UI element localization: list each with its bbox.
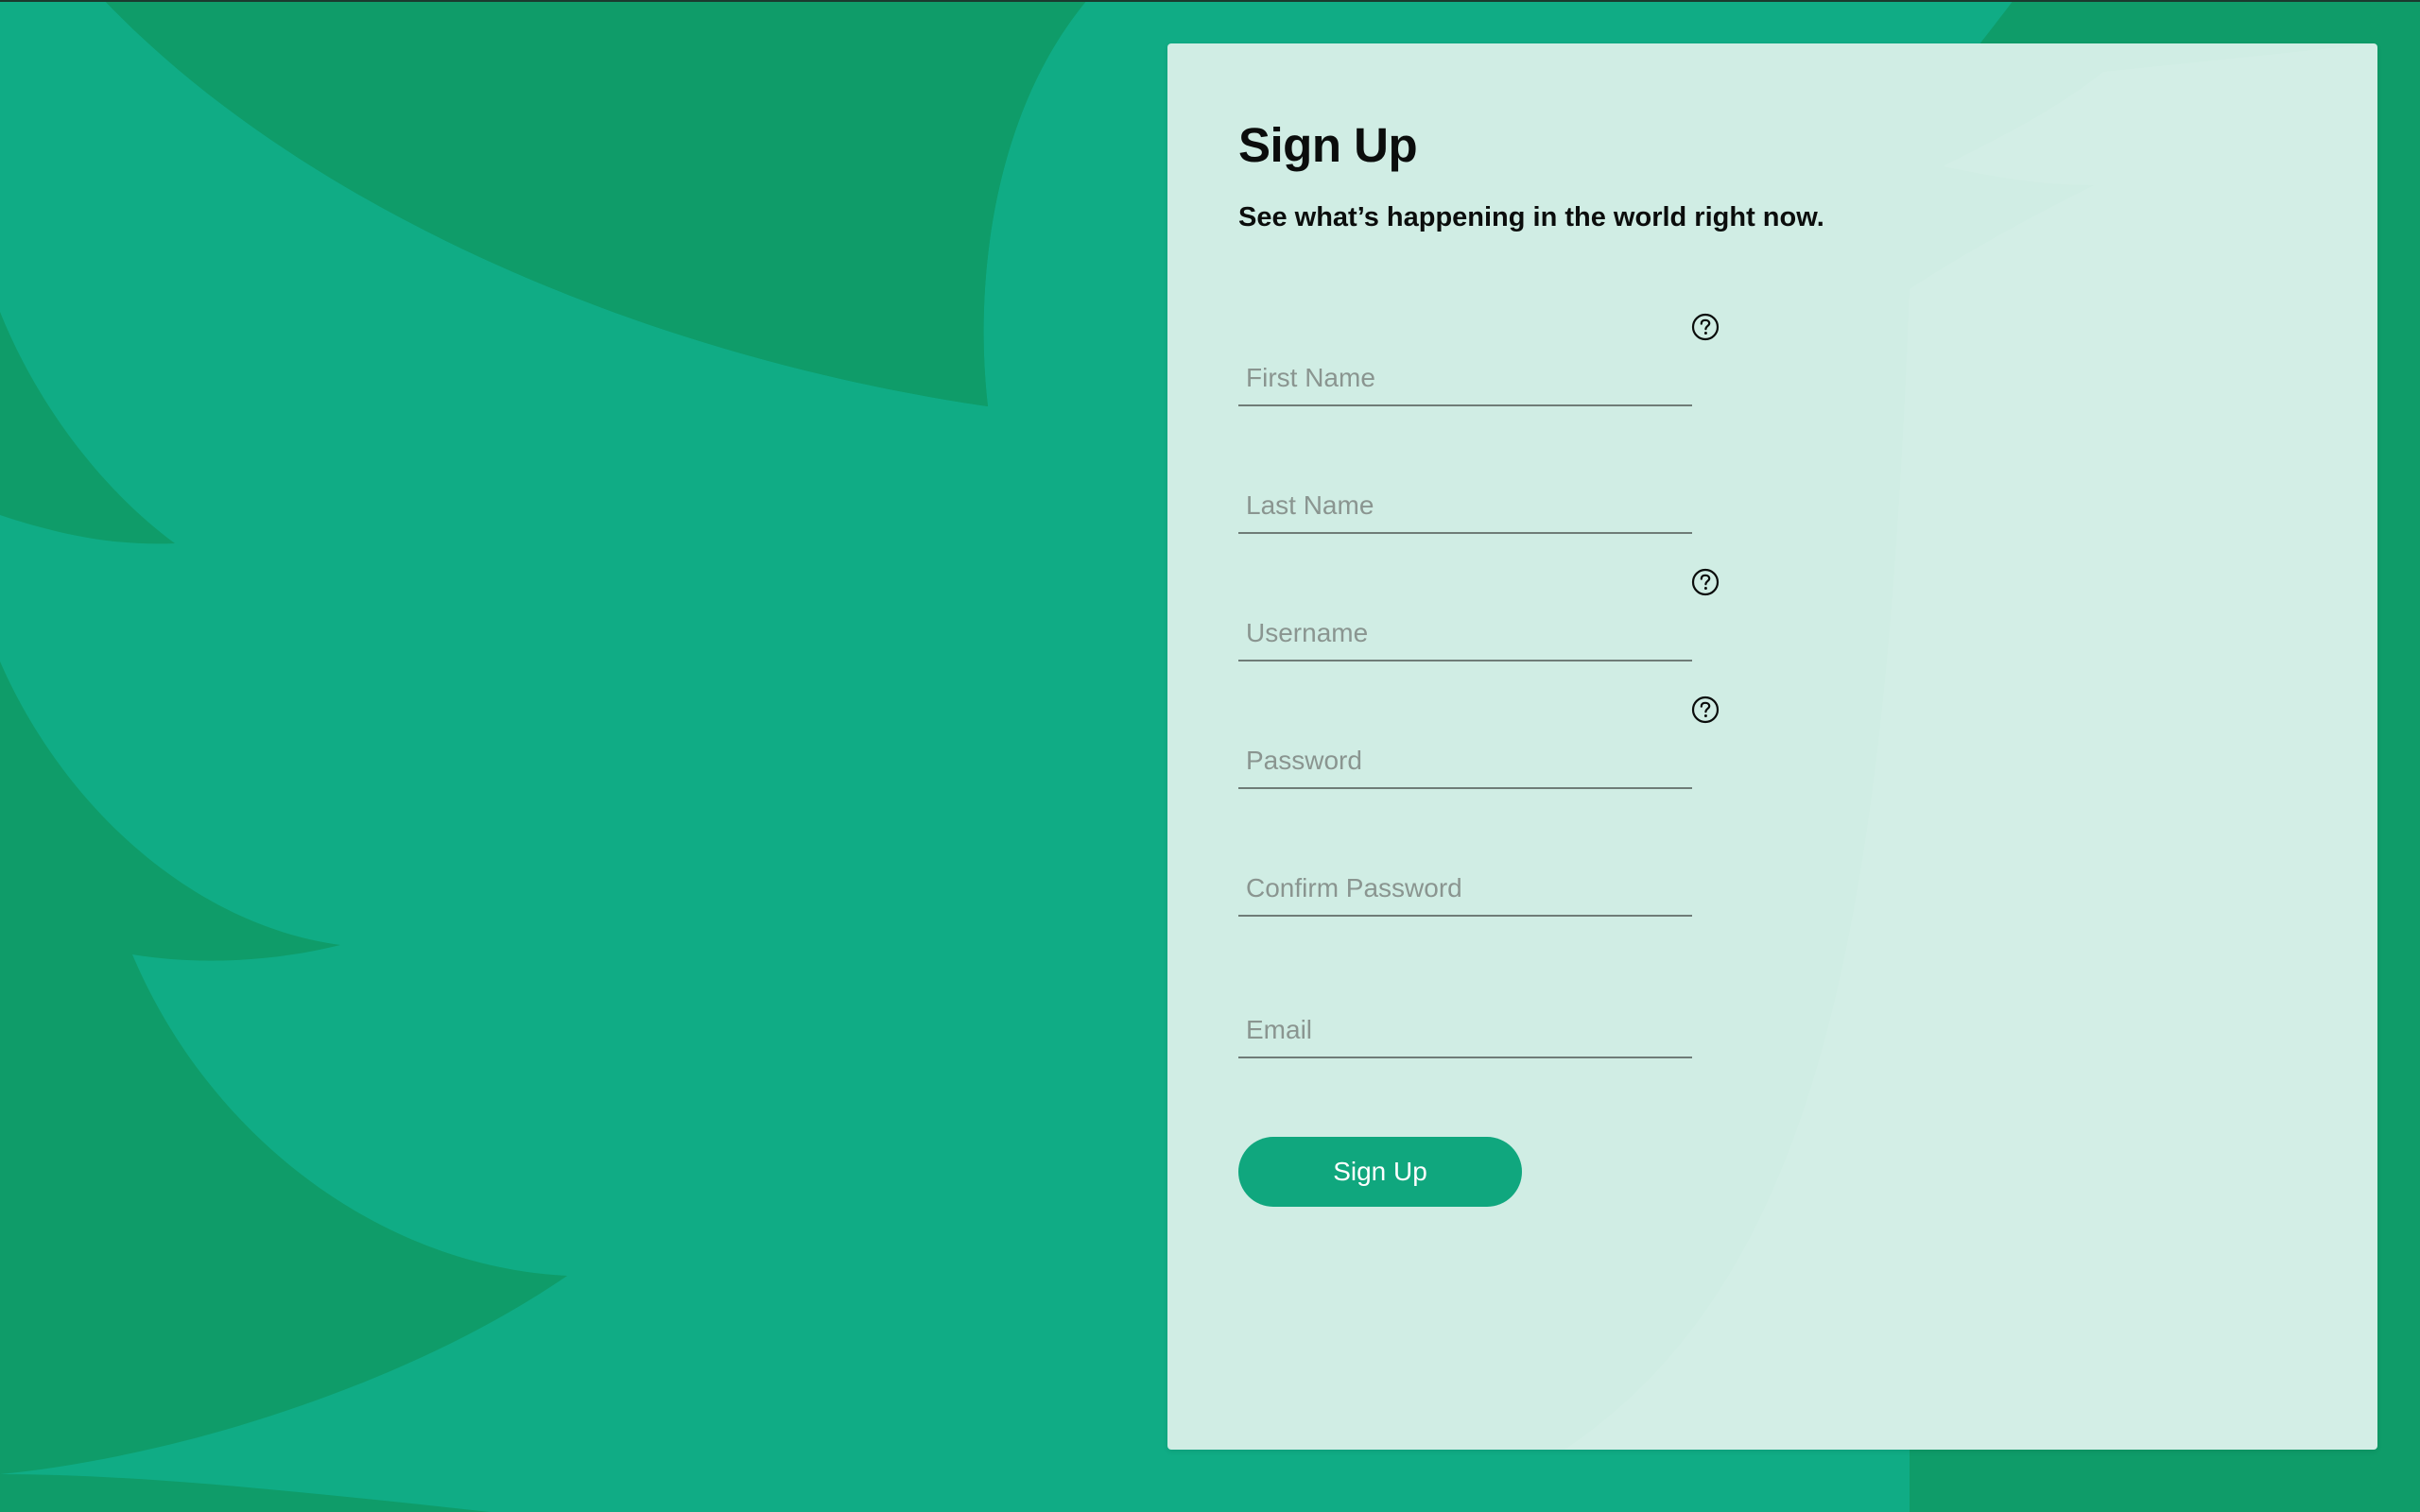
- help-circle-icon[interactable]: [1691, 568, 1720, 596]
- signup-panel: Sign Up See what’s happening in the worl…: [1167, 43, 2377, 1450]
- email-field: [1238, 1005, 1692, 1058]
- password-input[interactable]: [1238, 738, 1692, 789]
- help-circle-icon[interactable]: [1691, 313, 1720, 341]
- email-input[interactable]: [1238, 1007, 1692, 1058]
- username-input[interactable]: [1238, 610, 1692, 662]
- username-field: [1238, 609, 1692, 662]
- sign-up-button[interactable]: Sign Up: [1238, 1137, 1522, 1207]
- confirm-password-input[interactable]: [1238, 866, 1692, 917]
- password-field: [1238, 736, 1692, 789]
- page-title: Sign Up: [1238, 118, 1418, 172]
- page-subtitle: See what’s happening in the world right …: [1238, 202, 1824, 232]
- confirm-password-field: [1238, 864, 1692, 917]
- last-name-input[interactable]: [1238, 483, 1692, 534]
- window-top-border: [0, 0, 2420, 2]
- first-name-field: [1238, 353, 1692, 406]
- first-name-input[interactable]: [1238, 355, 1692, 406]
- last-name-field: [1238, 481, 1692, 534]
- help-circle-icon[interactable]: [1691, 696, 1720, 724]
